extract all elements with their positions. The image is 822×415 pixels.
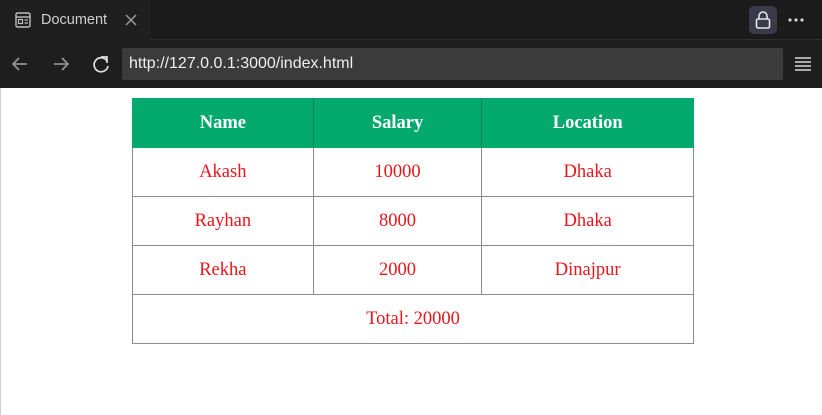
- page-viewport: Name Salary Location Akash 10000 Dhaka R…: [0, 88, 822, 415]
- table-row: Akash 10000 Dhaka: [132, 147, 694, 197]
- tab-bar: Document: [0, 0, 822, 40]
- reload-icon[interactable]: [89, 52, 113, 76]
- table-row: Rekha 2000 Dinajpur: [132, 245, 694, 295]
- browser-tab[interactable]: Document: [0, 0, 150, 40]
- close-icon[interactable]: [122, 11, 140, 29]
- total-cell: Total: 20000: [132, 294, 694, 344]
- address-bar-input[interactable]: [122, 48, 783, 80]
- navigation-bar: [0, 40, 822, 88]
- employee-table: Name Salary Location Akash 10000 Dhaka R…: [132, 98, 694, 344]
- page-icon: [14, 11, 32, 29]
- arrow-right-icon[interactable]: [49, 52, 73, 76]
- cell-location: Dhaka: [481, 196, 694, 246]
- table-header-row: Name Salary Location: [132, 98, 694, 148]
- cell-salary: 8000: [312, 196, 483, 246]
- cell-name: Rayhan: [132, 196, 314, 246]
- table-row: Rayhan 8000 Dhaka: [132, 196, 694, 246]
- hamburger-menu-icon[interactable]: [792, 53, 814, 75]
- column-header-location: Location: [481, 98, 694, 148]
- lock-icon: [755, 11, 771, 29]
- cell-location: Dinajpur: [481, 245, 694, 295]
- table-total-row: Total: 20000: [132, 294, 694, 344]
- more-dots-icon[interactable]: [785, 9, 807, 31]
- cell-name: Rekha: [132, 245, 314, 295]
- arrow-left-icon[interactable]: [8, 52, 32, 76]
- lock-button[interactable]: [749, 6, 777, 34]
- column-header-name: Name: [132, 98, 314, 148]
- cell-location: Dhaka: [481, 147, 694, 197]
- cell-salary: 2000: [312, 245, 483, 295]
- tab-title: Document: [41, 12, 108, 28]
- cell-salary: 10000: [312, 147, 483, 197]
- cell-name: Akash: [132, 147, 314, 197]
- column-header-salary: Salary: [312, 98, 483, 148]
